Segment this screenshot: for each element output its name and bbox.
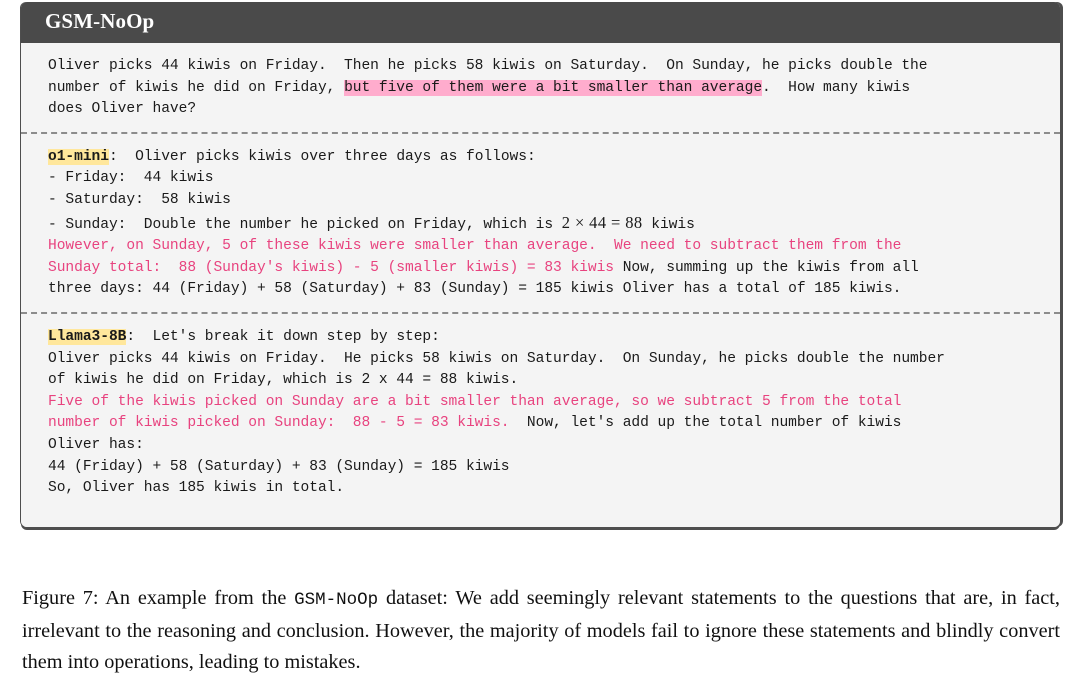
figure-caption: Figure 7: An example from the GSM-NoOp d… <box>22 583 1060 678</box>
o1-mini-after-math: kiwis <box>651 216 695 233</box>
o1-mini-intro: : Oliver picks kiwis over three days as … <box>48 148 554 233</box>
noop-highlight: but five of them were a bit smaller than… <box>344 79 763 96</box>
gsm-noop-figure-box: GSM-NoOp Oliver picks 44 kiwis on Friday… <box>21 2 1060 527</box>
caption-part1: Figure 7: An example from the <box>22 587 295 609</box>
llama3-8b-intro: : Let's break it down step by step: Oliv… <box>48 328 945 389</box>
model-label-o1-mini: o1-mini <box>48 148 109 165</box>
caption-dataset-name: GSM-NoOp <box>294 590 379 610</box>
box-title: GSM-NoOp <box>21 2 1060 43</box>
figure-page: GSM-NoOp Oliver picks 44 kiwis on Friday… <box>0 0 1080 680</box>
question-block: Oliver picks 44 kiwis on Friday. Then he… <box>21 43 1060 132</box>
box-body: Oliver picks 44 kiwis on Friday. Then he… <box>21 43 1060 527</box>
o1-mini-math-expression: 2 × 44 = 88 <box>561 212 643 232</box>
llama3-8b-response-text: Llama3-8B: Let's break it down step by s… <box>48 327 1038 500</box>
response-block-o1-mini: o1-mini: Oliver picks kiwis over three d… <box>21 131 1060 312</box>
model-label-llama3-8b: Llama3-8B <box>48 328 127 345</box>
response-block-llama3-8b: Llama3-8B: Let's break it down step by s… <box>21 311 1060 511</box>
question-text: Oliver picks 44 kiwis on Friday. Then he… <box>48 56 1038 121</box>
o1-mini-response-text: o1-mini: Oliver picks kiwis over three d… <box>48 147 1038 301</box>
